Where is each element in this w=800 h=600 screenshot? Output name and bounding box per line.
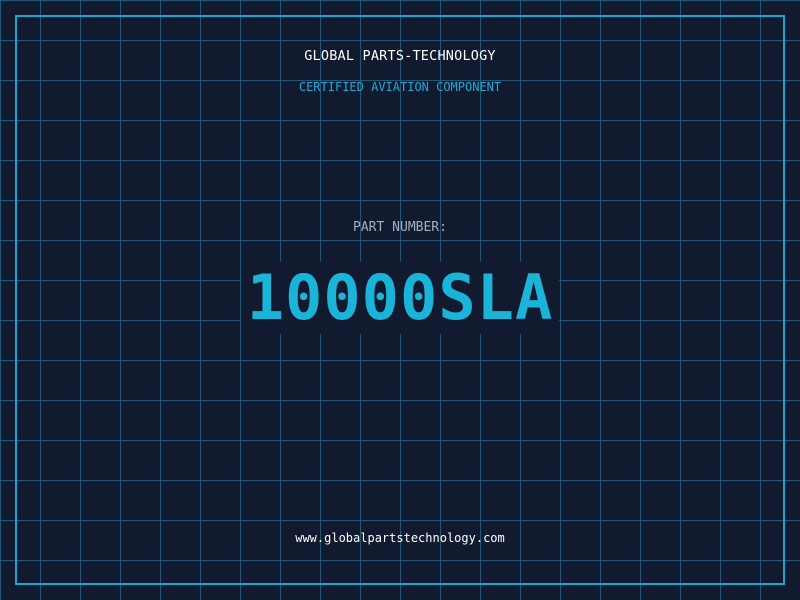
part-number-label: PART NUMBER: [353,220,447,235]
website-url: www.globalpartstechnology.com [295,531,505,545]
company-name: GLOBAL PARTS-TECHNOLOGY [304,48,496,64]
part-number-container: 10000SLA [0,262,800,334]
certification-subtitle: CERTIFIED AVIATION COMPONENT [298,80,502,94]
part-certificate-page: GLOBAL PARTS-TECHNOLOGY CERTIFIED AVIATI… [0,0,800,600]
part-number-value: 10000SLA [240,262,560,334]
